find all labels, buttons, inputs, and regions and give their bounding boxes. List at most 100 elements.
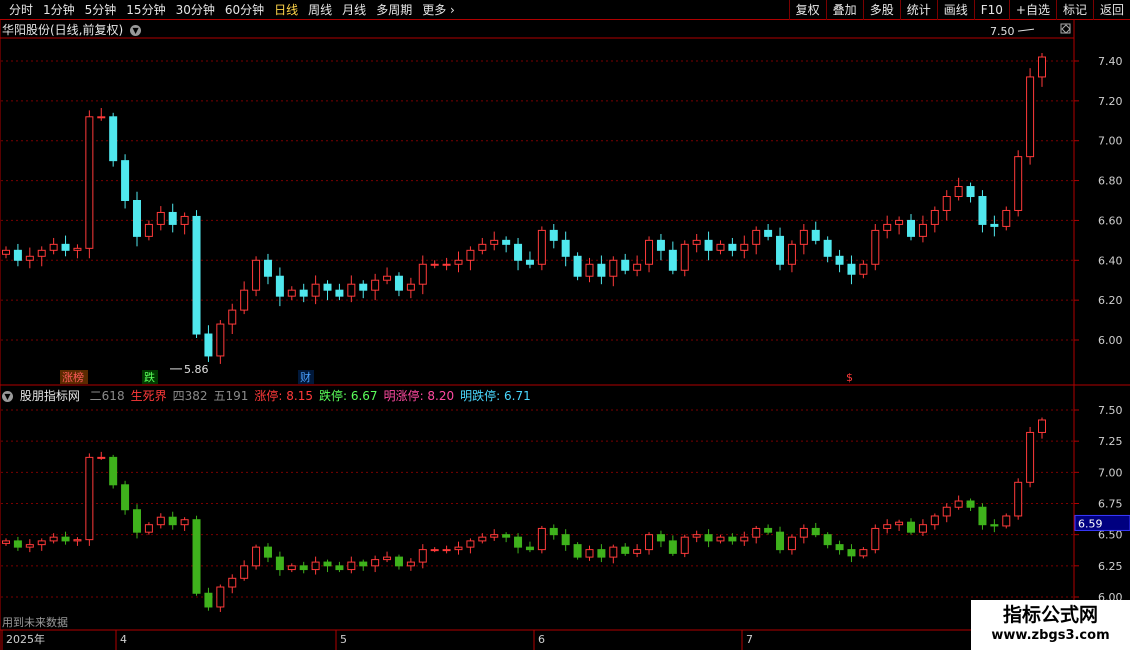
candle-body <box>525 259 534 265</box>
indicator-bar <box>371 559 380 567</box>
indicator-item: 涨停: 8.15 <box>254 389 313 403</box>
indicator-bar <box>263 546 272 558</box>
indicator-bar <box>383 556 392 561</box>
indicator-bar <box>633 549 642 554</box>
future-data-note: 用到未来数据 <box>2 615 68 629</box>
indicator-bar <box>537 527 546 551</box>
indicator-bar <box>990 524 999 527</box>
candle-body <box>156 211 165 225</box>
time-axis-label: 2025年 <box>6 632 45 646</box>
indicator-bar <box>930 515 939 526</box>
candle-body <box>537 229 546 265</box>
indicator-bar <box>478 536 487 542</box>
indicator-bar <box>192 519 201 594</box>
indicator-item: 五191 <box>213 389 249 403</box>
indicator-bar <box>490 534 499 538</box>
indicator-bar <box>406 561 415 567</box>
price-tick-label: 7.40 <box>1098 55 1123 68</box>
candle-body <box>633 263 642 271</box>
candle-body <box>168 211 177 225</box>
candle-body <box>752 229 761 245</box>
title-dropdown-icon[interactable]: ▼ <box>130 25 142 36</box>
indicator-bar <box>752 527 761 538</box>
candle-body <box>645 239 654 265</box>
candle-body <box>597 263 606 277</box>
indicator-bar <box>728 536 737 542</box>
indicator-bar <box>918 524 927 533</box>
candle-body <box>918 223 927 237</box>
candle-body <box>430 263 439 266</box>
main-chart-title-bar: 华阳股份(日线,前复权) ▼ <box>2 21 142 38</box>
candle-body <box>954 186 963 198</box>
candle-body <box>216 323 225 357</box>
price-tick-label: 6.00 <box>1098 334 1123 347</box>
indicator-bar <box>835 544 844 551</box>
candle-body <box>728 243 737 251</box>
candle-body <box>907 219 916 237</box>
high-arrow <box>1017 28 1035 32</box>
candle-body <box>847 263 856 275</box>
candle-body <box>299 289 308 297</box>
indicator-bar <box>430 549 439 552</box>
indicator-bar <box>73 539 82 542</box>
candle-body <box>799 229 808 245</box>
event-tag: 跌 <box>144 370 155 384</box>
candle-body <box>13 249 22 261</box>
candle-body <box>180 215 189 225</box>
price-tick-label: 6.40 <box>1098 254 1123 267</box>
indicator-bar <box>740 536 749 542</box>
site-watermark: 指标公式网 www.zbgs3.com <box>971 600 1130 650</box>
candle-body <box>406 283 415 291</box>
candle-body <box>323 283 332 291</box>
indicator-bar <box>776 531 785 551</box>
watermark-url: www.zbgs3.com <box>991 628 1110 643</box>
indicator-bar <box>311 561 320 571</box>
candle-body <box>2 249 10 255</box>
indicator-bar <box>847 549 856 557</box>
candle-body <box>656 239 665 251</box>
chart-canvas[interactable]: 7.40 7.20 7.00 6.80 6.60 6.40 6.20 6.00 7.50 7.25… <box>0 0 1130 650</box>
candle-body <box>371 279 380 291</box>
candle-body <box>383 275 392 281</box>
indicator-bar <box>323 561 332 567</box>
candle-body <box>49 243 58 251</box>
indicator-bar <box>549 527 558 536</box>
indicator-item: 四382 <box>172 389 208 403</box>
indicator-bar <box>704 534 713 542</box>
candle-body <box>609 259 618 277</box>
indicator-title: 股朋指标网 <box>19 389 80 403</box>
indicator-bar <box>799 527 808 538</box>
candle-body <box>252 259 261 291</box>
candle-body <box>335 289 344 297</box>
event-tag: 财 <box>300 370 311 384</box>
candle-body <box>716 243 725 251</box>
indicator-tick-label: 7.50 <box>1098 404 1123 417</box>
indicator-bar <box>49 536 58 542</box>
indicator-dropdown-icon[interactable]: ▼ <box>2 391 13 402</box>
candle-body <box>73 247 82 251</box>
candle-body <box>85 116 94 249</box>
indicator-bar <box>97 456 106 459</box>
indicator-bar <box>668 540 677 554</box>
indicator-bar <box>466 540 475 548</box>
indicator-bar <box>656 534 665 542</box>
candle-body <box>454 259 463 265</box>
indicator-item: 明涨停: 8.20 <box>383 389 455 403</box>
indicator-bar <box>287 565 296 571</box>
candle-body <box>787 243 796 265</box>
candle-body <box>764 229 773 237</box>
low-price-annotation: 5.86 <box>184 363 209 376</box>
candle-body <box>1002 209 1011 227</box>
indicator-item: 二618 <box>89 389 125 403</box>
candle-body <box>228 309 237 325</box>
candle-body <box>1014 156 1023 211</box>
indicator-bar <box>1038 419 1046 433</box>
candle-body <box>1026 76 1035 158</box>
candle-body <box>680 243 689 271</box>
candle-body <box>990 223 999 227</box>
candle-body <box>776 235 785 265</box>
price-tick-label: 6.80 <box>1098 175 1123 188</box>
indicator-bar <box>597 549 606 558</box>
watermark-main: 指标公式网 <box>1002 604 1098 626</box>
indicator-bar <box>895 521 904 526</box>
